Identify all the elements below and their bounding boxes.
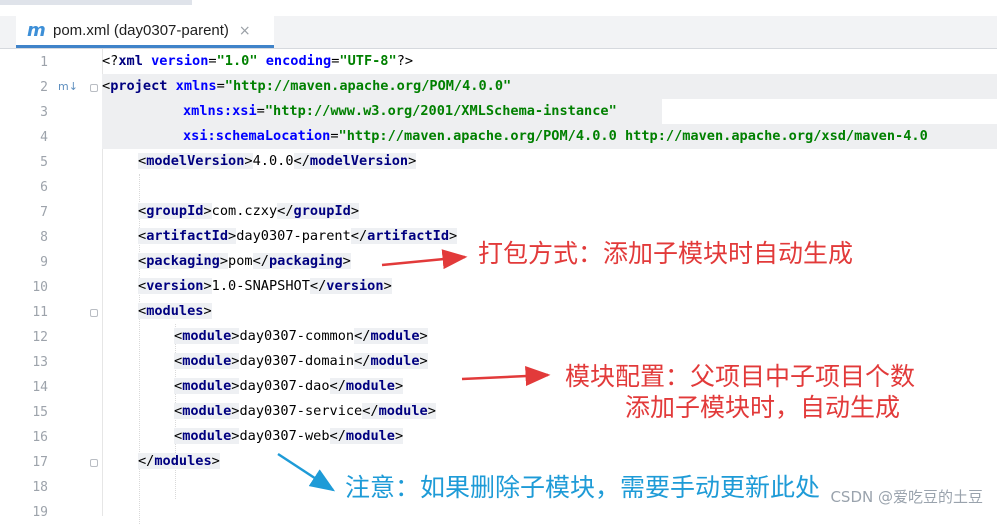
delete-note-arrow [277, 452, 336, 492]
packaging-annotation: 打包方式：添加子模块时自动生成 [478, 239, 854, 268]
modules-arrow [461, 366, 551, 387]
packaging-arrow [381, 249, 468, 270]
modules-annotation-line2: 添加子模块时，自动生成 [625, 393, 901, 422]
csdn-watermark: CSDN @爱吃豆的土豆 [830, 488, 983, 506]
delete-warning-annotation: 注意：如果删除子模块，需要手动更新此处 [345, 473, 821, 502]
